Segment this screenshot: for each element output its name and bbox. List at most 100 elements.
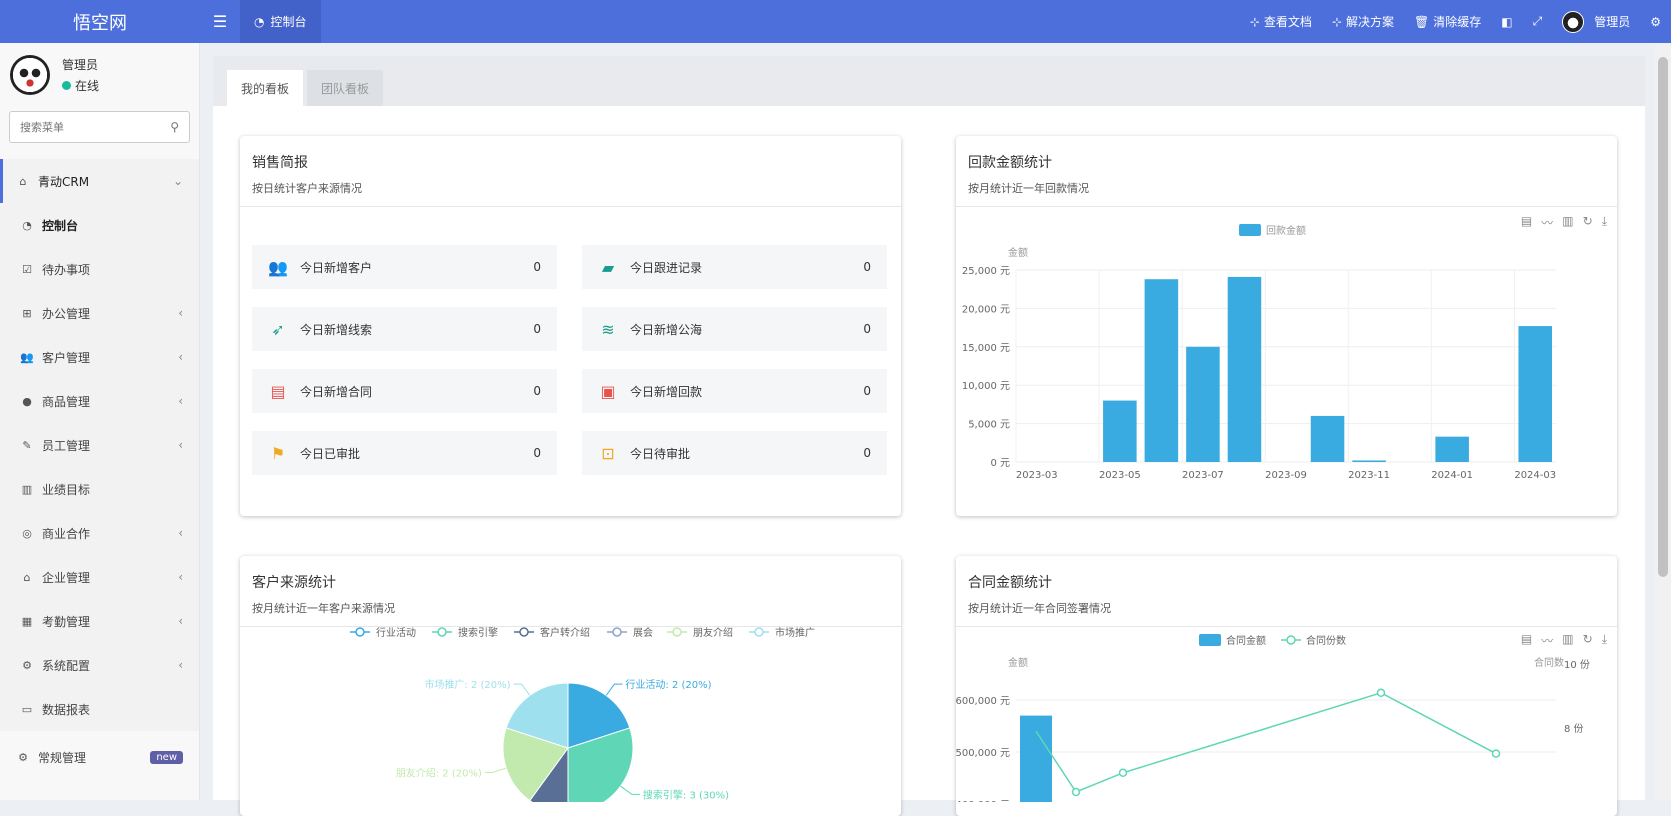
page-scrollbar[interactable]: [1655, 43, 1671, 800]
stat-new-payments[interactable]: ▣ 今日新增回款 0: [582, 369, 887, 413]
sidebar-item-label: 待办事项: [42, 262, 91, 277]
legend-marker: [612, 627, 622, 637]
legend-label: 展会: [633, 626, 653, 639]
stat-new-leads[interactable]: ➶ 今日新增线索 0: [252, 307, 557, 351]
gear-icon: ⚙: [22, 658, 32, 672]
sidebar-item-system[interactable]: ⚙ 系统配置 ‹: [0, 643, 199, 687]
stat-new-contracts[interactable]: ▤ 今日新增合同 0: [252, 369, 557, 413]
bar: [1103, 400, 1137, 462]
y2-tick-label: 8 份: [1564, 723, 1584, 735]
handshake-icon: ◎: [22, 526, 32, 540]
sitemap-icon: ⊹: [1331, 14, 1342, 29]
sidebar-item-business[interactable]: ◎ 商业合作 ‹: [0, 511, 199, 555]
chevron-left-icon: ‹: [178, 306, 183, 320]
bar: [1227, 276, 1262, 462]
stat-label: 今日新增客户: [300, 260, 373, 275]
sidebar-item-label: 控制台: [42, 218, 79, 233]
legend-label: 合同金额: [1226, 634, 1266, 647]
sidebar-item-todo[interactable]: ☑ 待办事项: [0, 247, 199, 291]
x-tick-label: 2024-03: [1514, 470, 1556, 481]
contract-panel: 合同金额统计 按月统计近一年合同签署情况 ▤ 〰 ▥ ↻ ⤓ 合同金额 合同份数金…: [956, 556, 1617, 816]
menu-search: ⚲: [9, 111, 190, 143]
tab-team-board[interactable]: 团队看板: [307, 70, 384, 106]
pie-leader-line: [605, 683, 623, 696]
fullscreen-icon[interactable]: ⤢: [1523, 0, 1553, 43]
bank-icon: ⌂: [23, 570, 31, 584]
y2-tick-label: 10 份: [1564, 659, 1590, 671]
sidebar-item-customers[interactable]: 👥 客户管理 ‹: [0, 335, 199, 379]
sidebar-item-general[interactable]: ⚙ 常规管理 new: [0, 735, 199, 779]
legend-label: 搜索引擎: [458, 626, 498, 639]
stat-label: 今日新增公海: [630, 322, 703, 337]
legend-label: 回款金额: [1266, 224, 1306, 237]
hamburger-icon[interactable]: ☰: [200, 0, 240, 43]
tab-my-board[interactable]: 我的看板: [227, 70, 304, 106]
clear-cache-button[interactable]: 🗑 清除缓存: [1404, 0, 1491, 43]
search-input[interactable]: [20, 120, 150, 134]
stat-new-customers[interactable]: 👥 今日新增客户 0: [252, 245, 557, 289]
chevron-left-icon: ‹: [178, 394, 183, 408]
sales-panel: 销售简报 按日统计客户来源情况 👥 今日新增客户 0 ▰ 今日跟进记录 0 ➶ 今日新增线…: [240, 136, 901, 516]
windows-icon: ⊞: [22, 306, 32, 320]
x-tick-label: 2023-03: [1016, 470, 1058, 481]
sidebar-menu: ⌂ 青动CRM ⌄ ◔ 控制台 ☑ 待办事项 ⊞ 办公管理 ‹ 👥 客户管理 ‹ ● 商品…: [0, 159, 199, 779]
pie-label: 朋友介绍: 2 (20%): [396, 766, 482, 779]
stat-approved[interactable]: ⚑ 今日已审批 0: [252, 431, 557, 475]
user-menu[interactable]: 管理员: [1552, 0, 1640, 43]
search-icon[interactable]: ⚲: [170, 120, 179, 134]
chevron-left-icon: ‹: [178, 614, 183, 628]
product-icon: ●: [22, 394, 32, 408]
contract-combo-chart: 合同金额 合同份数金额 合同数 400,000 元 500,000 元 600,000 元…: [956, 634, 1590, 802]
sidebar-item-staff[interactable]: ✎ 员工管理 ‹: [0, 423, 199, 467]
sidebar-item-dashboard[interactable]: ◔ 控制台: [0, 203, 199, 247]
legend-marker: [1286, 635, 1296, 645]
stat-value: 0: [533, 446, 541, 460]
online-dot-icon: [62, 81, 71, 90]
app-logo[interactable]: 悟空网: [0, 0, 200, 43]
y-tick-label: 0 元: [990, 458, 1010, 469]
sidebar-user-name: 管理员: [62, 58, 99, 72]
chevron-left-icon: ‹: [178, 350, 183, 364]
stat-label: 今日已审批: [300, 446, 361, 461]
stat-new-pool[interactable]: ≋ 今日新增公海 0: [582, 307, 887, 351]
sidebar-item-office[interactable]: ⊞ 办公管理 ‹: [0, 291, 199, 335]
panel-subtitle: 按月统计近一年回款情况: [968, 182, 1089, 195]
solutions-link[interactable]: ⊹ 解决方案: [1322, 0, 1404, 43]
bar: [1186, 346, 1220, 462]
stat-followups[interactable]: ▰ 今日跟进记录 0: [582, 245, 887, 289]
sidebar-item-attendance[interactable]: ▦ 考勤管理 ‹: [0, 599, 199, 643]
docs-link[interactable]: ⊹ 查看文档: [1240, 0, 1322, 43]
chevron-down-icon: ⌄: [172, 174, 183, 188]
users-icon: 👥: [268, 257, 288, 277]
pin-icon: ➶: [271, 319, 285, 339]
sidebar-item-products[interactable]: ● 商品管理 ‹: [0, 379, 199, 423]
language-icon[interactable]: ◧: [1491, 0, 1522, 43]
sidebar-item-reports[interactable]: ▭ 数据报表: [0, 687, 199, 731]
sidebar-item-targets[interactable]: ▥ 业绩目标: [0, 467, 199, 511]
panel-subtitle: 按月统计近一年客户来源情况: [252, 602, 395, 615]
stat-value: 0: [863, 322, 871, 336]
pool-icon: ≋: [601, 319, 615, 339]
main-content: 我的看板 团队看板 销售简报 按日统计客户来源情况 👥 今日新增客户 0 ▰ 今日跟进…: [213, 56, 1645, 816]
stat-pending[interactable]: ⊡ 今日待审批 0: [582, 431, 887, 475]
gears-icon[interactable]: ⚙: [1640, 0, 1671, 43]
tab-dashboard[interactable]: ◔ 控制台: [240, 0, 321, 43]
scrollbar-thumb[interactable]: [1658, 57, 1668, 577]
pie-label: 行业活动: 2 (20%): [625, 678, 711, 691]
top-navbar: 悟空网 ☰ ◔ 控制台 ⊹ 查看文档 ⊹ 解决方案 🗑 清除缓存 ◧ ⤢ 管理员 ⚙: [0, 0, 1671, 43]
chevron-left-icon: ‹: [178, 438, 183, 452]
legend-marker: [519, 627, 529, 637]
x-tick-label: 2024-01: [1431, 470, 1473, 481]
pie-leader-line: [620, 785, 640, 795]
user-status: 在线: [62, 77, 99, 94]
panel-subtitle: 按月统计近一年合同签署情况: [968, 602, 1111, 615]
sidebar-item-crm[interactable]: ⌂ 青动CRM ⌄: [0, 159, 199, 203]
sidebar-item-enterprise[interactable]: ⌂ 企业管理 ‹: [0, 555, 199, 599]
stat-value: 0: [863, 260, 871, 274]
bar: [1020, 715, 1052, 802]
sidebar-item-label: 青动CRM: [38, 174, 90, 189]
calendar-check-icon: ☑: [22, 262, 32, 276]
payment-bar-chart: 回款金额金额 0 元 5,000 元 10,000 元 15,000 元 20,000 元…: [962, 224, 1556, 481]
sitemap-icon: ⊹: [1249, 14, 1260, 29]
stat-label: 今日待审批: [630, 446, 691, 461]
